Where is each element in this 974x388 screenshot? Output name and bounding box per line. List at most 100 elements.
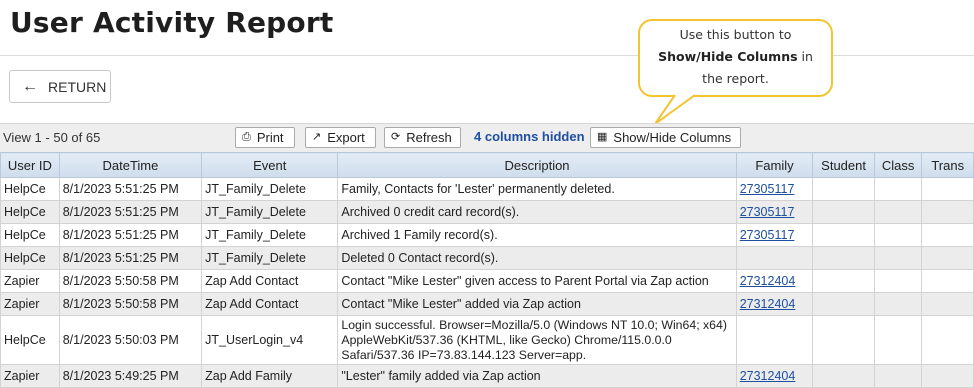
- family-link[interactable]: 27305117: [740, 228, 795, 242]
- column-header-class[interactable]: Class: [873, 152, 923, 178]
- refresh-button-label: Refresh: [406, 130, 452, 145]
- export-button[interactable]: ↗ Export: [305, 127, 376, 148]
- table-row: Zapier 8/1/2023 5:49:25 PM Zap Add Famil…: [0, 364, 974, 388]
- cell-family: 27312404: [735, 269, 814, 293]
- family-link[interactable]: 27312404: [740, 274, 796, 288]
- cell-event: JT_Family_Delete: [201, 223, 339, 247]
- cell-student: [812, 292, 875, 316]
- cell-description: Contact "Mike Lester" added via Zap acti…: [337, 292, 737, 316]
- table-row: HelpCe 8/1/2023 5:51:25 PM JT_Family_Del…: [0, 200, 974, 224]
- table-row: Zapier 8/1/2023 5:50:58 PM Zap Add Conta…: [0, 269, 974, 293]
- cell-event: JT_Family_Delete: [201, 246, 339, 270]
- column-header-family[interactable]: Family: [735, 152, 814, 178]
- cell-user-id: Zapier: [0, 292, 60, 316]
- cell-trans: [921, 246, 974, 270]
- export-button-label: Export: [327, 130, 365, 145]
- cell-description: "Lester" family added via Zap action: [337, 364, 737, 388]
- cell-trans: [921, 292, 974, 316]
- report-toolbar: View 1 - 50 of 65 ⎙ Print ↗ Export ⟳ Ref…: [0, 123, 974, 152]
- print-button-label: Print: [256, 130, 284, 145]
- column-header-trans[interactable]: Trans: [921, 152, 974, 178]
- cell-event: Zap Add Contact: [201, 292, 339, 316]
- cell-family: 27312404: [735, 364, 814, 388]
- family-link[interactable]: 27312404: [740, 369, 796, 383]
- table-header-row: User ID DateTime Event Description Famil…: [0, 152, 974, 178]
- cell-class: [873, 292, 923, 316]
- callout-bold-text: Show/Hide Columns: [658, 49, 798, 64]
- return-button[interactable]: ← RETURN: [9, 70, 111, 103]
- cell-user-id: HelpCe: [0, 223, 60, 247]
- cell-student: [812, 364, 875, 388]
- hidden-columns-count[interactable]: 4 columns hidden: [474, 129, 585, 144]
- column-header-student[interactable]: Student: [812, 152, 875, 178]
- cell-description: Login successful. Browser=Mozilla/5.0 (W…: [337, 315, 737, 365]
- cell-event: JT_Family_Delete: [201, 200, 339, 224]
- cell-student: [812, 200, 875, 224]
- printer-icon: ⎙: [242, 131, 251, 143]
- column-header-user-id[interactable]: User ID: [0, 152, 60, 178]
- cell-trans: [921, 200, 974, 224]
- cell-user-id: Zapier: [0, 364, 60, 388]
- cell-datetime: 8/1/2023 5:50:58 PM: [58, 269, 203, 293]
- callout-line-2-suffix: in: [797, 49, 813, 64]
- cell-student: [812, 315, 875, 365]
- table-row: HelpCe 8/1/2023 5:50:03 PM JT_UserLogin_…: [0, 315, 974, 365]
- cell-family: 27305117: [735, 223, 814, 247]
- cell-datetime: 8/1/2023 5:49:25 PM: [58, 364, 203, 388]
- table-row: HelpCe 8/1/2023 5:51:25 PM JT_Family_Del…: [0, 177, 974, 201]
- show-hide-columns-button[interactable]: ▦ Show/Hide Columns: [590, 127, 741, 148]
- refresh-icon: ⟳: [391, 131, 401, 143]
- cell-class: [873, 364, 923, 388]
- cell-datetime: 8/1/2023 5:51:25 PM: [58, 200, 203, 224]
- cell-trans: [921, 223, 974, 247]
- cell-description: Deleted 0 Contact record(s).: [337, 246, 737, 270]
- view-count: View 1 - 50 of 65: [3, 130, 101, 145]
- callout-line-3: the report.: [702, 71, 769, 86]
- cell-datetime: 8/1/2023 5:51:25 PM: [58, 177, 203, 201]
- cell-datetime: 8/1/2023 5:51:25 PM: [58, 223, 203, 247]
- cell-family: 27305117: [735, 177, 814, 201]
- cell-class: [873, 177, 923, 201]
- cell-event: Zap Add Contact: [201, 269, 339, 293]
- callout-pointer: [655, 94, 696, 125]
- cell-trans: [921, 315, 974, 365]
- cell-student: [812, 269, 875, 293]
- cell-description: Contact "Mike Lester" given access to Pa…: [337, 269, 737, 293]
- show-hide-columns-label: Show/Hide Columns: [613, 130, 732, 145]
- callout-line-2: Show/Hide Columns in: [640, 46, 831, 68]
- cell-user-id: HelpCe: [0, 177, 60, 201]
- cell-trans: [921, 269, 974, 293]
- column-header-description[interactable]: Description: [337, 152, 737, 178]
- cell-event: Zap Add Family: [201, 364, 339, 388]
- return-button-label: RETURN: [48, 78, 107, 95]
- cell-user-id: HelpCe: [0, 246, 60, 270]
- column-header-event[interactable]: Event: [201, 152, 339, 178]
- export-icon: ↗: [312, 131, 322, 143]
- cell-trans: [921, 177, 974, 201]
- refresh-button[interactable]: ⟳ Refresh: [384, 127, 461, 148]
- cell-user-id: Zapier: [0, 269, 60, 293]
- cell-class: [873, 200, 923, 224]
- cell-event: JT_UserLogin_v4: [201, 315, 339, 365]
- activity-table: User ID DateTime Event Description Famil…: [0, 152, 974, 388]
- print-button[interactable]: ⎙ Print: [235, 127, 295, 148]
- cell-class: [873, 269, 923, 293]
- cell-class: [873, 246, 923, 270]
- cell-family: [735, 246, 814, 270]
- cell-user-id: HelpCe: [0, 200, 60, 224]
- cell-datetime: 8/1/2023 5:51:25 PM: [58, 246, 203, 270]
- column-header-datetime[interactable]: DateTime: [58, 152, 203, 178]
- callout-tooltip: Use this button to Show/Hide Columns in …: [638, 19, 833, 97]
- cell-class: [873, 315, 923, 365]
- cell-trans: [921, 364, 974, 388]
- family-link[interactable]: 27305117: [740, 182, 795, 196]
- cell-student: [812, 177, 875, 201]
- cell-description: Archived 1 Family record(s).: [337, 223, 737, 247]
- arrow-left-icon: ←: [22, 77, 38, 95]
- cell-family: [735, 315, 814, 365]
- cell-datetime: 8/1/2023 5:50:58 PM: [58, 292, 203, 316]
- family-link[interactable]: 27305117: [740, 205, 795, 219]
- table-row: HelpCe 8/1/2023 5:51:25 PM JT_Family_Del…: [0, 246, 974, 270]
- family-link[interactable]: 27312404: [740, 297, 796, 311]
- columns-icon: ▦: [597, 131, 608, 143]
